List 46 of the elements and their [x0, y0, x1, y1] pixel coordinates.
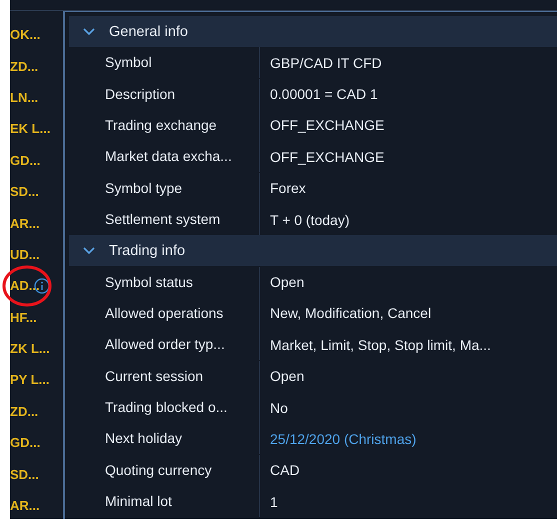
- property-label: Description: [69, 78, 260, 110]
- section-header[interactable]: General info: [69, 16, 557, 47]
- property-value: Open: [269, 274, 304, 290]
- section-header[interactable]: Trading info: [69, 235, 557, 266]
- property-value: OFF_EXCHANGE: [269, 148, 384, 165]
- property-value: New, Modification, Cancel: [269, 305, 432, 322]
- property-label: Symbol status: [69, 266, 260, 298]
- symbol-name[interactable]: SD...: [10, 466, 39, 482]
- chevron-icon: [83, 246, 95, 255]
- property-value: Open: [269, 368, 304, 384]
- symbol-name[interactable]: ZD...: [10, 404, 38, 419]
- symbol-name[interactable]: UD...: [10, 246, 40, 262]
- property-label: Allowed operations: [69, 298, 260, 329]
- property-label: Current session: [69, 360, 260, 392]
- symbol-name[interactable]: EK L...: [10, 121, 50, 136]
- property-value: Market, Limit, Stop, Stop limit, Ma...: [269, 336, 491, 353]
- chevron-icon: [83, 28, 95, 36]
- symbol-name[interactable]: ZK L...: [10, 341, 50, 356]
- property-label: Quoting currency: [69, 454, 260, 486]
- property-label: Next holiday: [69, 423, 260, 454]
- symbol-name[interactable]: AR...: [10, 216, 40, 231]
- symbol-name[interactable]: HF...: [10, 310, 37, 325]
- property-value: No: [269, 400, 288, 416]
- symbol-name[interactable]: GD...: [10, 435, 40, 450]
- symbol-name[interactable]: GD...: [10, 152, 40, 168]
- property-value: Forex: [269, 180, 306, 196]
- symbol-name[interactable]: PY L...: [10, 372, 50, 388]
- property-label: Minimal lot: [69, 486, 260, 518]
- property-value: T + 0 (today): [269, 212, 350, 228]
- property-link[interactable]: 25/12/2020 (Christmas): [260, 430, 416, 447]
- symbol-name[interactable]: OK...: [10, 27, 40, 42]
- property-label: Allowed order typ...: [69, 329, 260, 360]
- property-label: Symbol: [69, 47, 260, 78]
- symbol-name[interactable]: LN...: [10, 90, 38, 105]
- symbol-name[interactable]: SD...: [10, 184, 39, 200]
- symbol-name[interactable]: AR...: [10, 498, 40, 514]
- property-label: Trading blocked o...: [69, 392, 260, 424]
- symbol-name[interactable]: ZD...: [10, 58, 38, 74]
- property-value: 1: [269, 494, 278, 510]
- property-value: CAD: [269, 462, 300, 478]
- property-value: 0.00001 = CAD 1: [269, 86, 378, 102]
- property-label: Symbol type: [69, 172, 260, 204]
- property-label: Trading exchange: [69, 110, 260, 141]
- property-value: OFF_EXCHANGE: [269, 117, 384, 134]
- property-label: Market data excha...: [69, 141, 260, 172]
- property-value: GBP/CAD IT CFD: [269, 54, 382, 71]
